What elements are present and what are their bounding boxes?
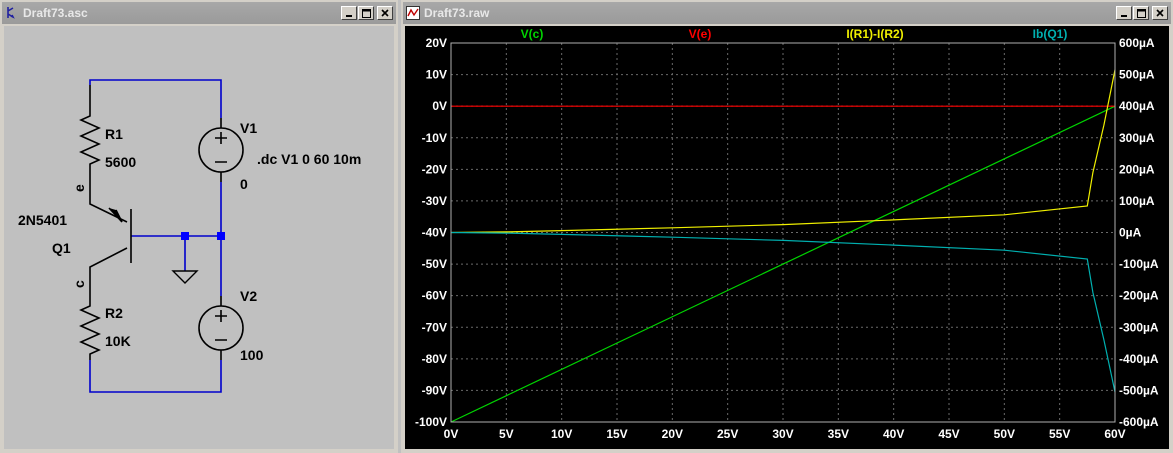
- y-right-tick-label: -500µA: [1119, 383, 1159, 397]
- x-tick-label: 15V: [606, 427, 627, 441]
- resistor-r1-icon: [79, 85, 101, 194]
- plot-legend: V(c) V(e) I(R1)-I(R2) Ib(Q1): [521, 27, 1068, 41]
- close-icon: [1156, 9, 1164, 17]
- q1-model-label: 2N5401: [18, 212, 67, 228]
- x-tick-label: 30V: [772, 427, 793, 441]
- waveform-plot-pane[interactable]: 20V 10V 0V -10V -20V -30V -40V -50V -60V -70V -80V…: [405, 26, 1169, 449]
- y-left-tick-label: -40V: [422, 226, 447, 240]
- y-right-tick-label: 500µA: [1119, 68, 1155, 82]
- y-right-tick-label: 200µA: [1119, 162, 1155, 176]
- x-tick-label: 5V: [499, 427, 514, 441]
- schematic-window: Draft73.asc R1 5600 R2 10K V1 0 V2 100 2…: [0, 0, 398, 453]
- y-left-tick-label: 10V: [426, 68, 447, 82]
- r1-name-label: R1: [105, 126, 123, 142]
- wire-top: [89, 79, 222, 118]
- v1-name-label: V1: [240, 120, 257, 136]
- minimize-button[interactable]: [1116, 6, 1132, 20]
- close-button[interactable]: [377, 6, 393, 20]
- maximize-button[interactable]: [358, 6, 374, 20]
- voltage-source-v1-icon: [198, 118, 244, 182]
- maximize-icon: [361, 8, 371, 18]
- transistor-q1-icon: [89, 194, 132, 279]
- schematic-window-title: Draft73.asc: [23, 6, 88, 20]
- legend-item[interactable]: V(c): [521, 27, 544, 41]
- legend-item[interactable]: I(R1)-I(R2): [846, 27, 903, 41]
- ground-icon: [171, 270, 199, 284]
- y-left-tick-label: -100V: [415, 415, 447, 429]
- y-left-tick-label: 0V: [432, 99, 447, 113]
- minimize-button[interactable]: [341, 6, 357, 20]
- x-tick-label: 60V: [1104, 427, 1125, 441]
- maximize-icon: [1136, 8, 1146, 18]
- right-axis-ticks: 600µA 500µA 400µA 300µA 200µA 100µA 0µA -100µA -…: [1119, 36, 1159, 429]
- minimize-icon: [346, 15, 352, 17]
- waveform-window-title: Draft73.raw: [424, 6, 490, 20]
- x-tick-label: 55V: [1049, 427, 1070, 441]
- y-left-tick-label: -80V: [422, 352, 447, 366]
- x-tick-label: 20V: [662, 427, 683, 441]
- close-button[interactable]: [1152, 6, 1168, 20]
- ltspice-app-icon: [7, 7, 15, 19]
- x-tick-label: 25V: [717, 427, 738, 441]
- x-tick-label: 0V: [444, 427, 459, 441]
- junction-dot: [181, 232, 189, 240]
- v1-value-label: 0: [240, 176, 248, 192]
- legend-item[interactable]: V(e): [689, 27, 712, 41]
- x-tick-label: 50V: [994, 427, 1015, 441]
- y-right-tick-label: -300µA: [1119, 320, 1159, 334]
- y-left-tick-label: 20V: [426, 36, 447, 50]
- junction-dot: [217, 232, 225, 240]
- voltage-source-v2-icon: [198, 296, 244, 360]
- v2-name-label: V2: [240, 288, 257, 304]
- waveform-app-icon: [406, 6, 420, 20]
- y-left-tick-label: -30V: [422, 194, 447, 208]
- y-right-tick-label: 300µA: [1119, 131, 1155, 145]
- y-right-tick-label: -100µA: [1119, 257, 1159, 271]
- waveform-plot[interactable]: 20V 10V 0V -10V -20V -30V -40V -50V -60V -70V -80V…: [405, 26, 1169, 449]
- waveform-window: Draft73.raw 20V 10V 0V -10V -20V -30V -40V -50V…: [401, 0, 1173, 453]
- r2-name-label: R2: [105, 305, 123, 321]
- schematic-titlebar[interactable]: Draft73.asc: [2, 2, 396, 24]
- y-left-tick-label: -50V: [422, 257, 447, 271]
- x-tick-label: 40V: [883, 427, 904, 441]
- left-axis-ticks: 20V 10V 0V -10V -20V -30V -40V -50V -60V -70V -80V…: [415, 36, 447, 429]
- y-right-tick-label: 100µA: [1119, 194, 1155, 208]
- legend-item[interactable]: Ib(Q1): [1033, 27, 1068, 41]
- minimize-icon: [1121, 15, 1127, 17]
- y-left-tick-label: -20V: [422, 162, 447, 176]
- y-right-tick-label: 600µA: [1119, 36, 1155, 50]
- waveform-titlebar[interactable]: Draft73.raw: [403, 2, 1171, 24]
- y-left-tick-label: -90V: [422, 383, 447, 397]
- spice-directive[interactable]: .dc V1 0 60 10m: [257, 151, 361, 167]
- emitter-net-label: e: [71, 184, 87, 192]
- r1-value-label: 5600: [105, 154, 136, 170]
- schematic-drawing: R1 5600 R2 10K V1 0 V2 100 2N5401 Q1 .dc…: [18, 79, 361, 393]
- close-icon: [381, 9, 389, 17]
- wire-bottom: [89, 360, 222, 393]
- x-axis-ticks: 0V 5V 10V 15V 20V 25V 30V 35V 40V 45V 50V 55V 60V: [444, 427, 1126, 441]
- schematic-canvas[interactable]: R1 5600 R2 10K V1 0 V2 100 2N5401 Q1 .dc…: [4, 26, 394, 449]
- y-right-tick-label: -400µA: [1119, 352, 1159, 366]
- maximize-button[interactable]: [1133, 6, 1149, 20]
- y-left-tick-label: -10V: [422, 131, 447, 145]
- resistor-r2-icon: [79, 279, 101, 360]
- y-left-tick-label: -70V: [422, 320, 447, 334]
- q1-name-label: Q1: [52, 240, 71, 256]
- collector-net-label: c: [71, 280, 87, 288]
- r2-value-label: 10K: [105, 333, 131, 349]
- x-tick-label: 35V: [828, 427, 849, 441]
- v2-value-label: 100: [240, 347, 264, 363]
- x-tick-label: 45V: [938, 427, 959, 441]
- x-tick-label: 10V: [551, 427, 572, 441]
- y-right-tick-label: -200µA: [1119, 289, 1159, 303]
- plot-grid: [451, 43, 1115, 422]
- y-right-tick-label: 0µA: [1119, 226, 1142, 240]
- y-left-tick-label: -60V: [422, 289, 447, 303]
- y-right-tick-label: 400µA: [1119, 99, 1155, 113]
